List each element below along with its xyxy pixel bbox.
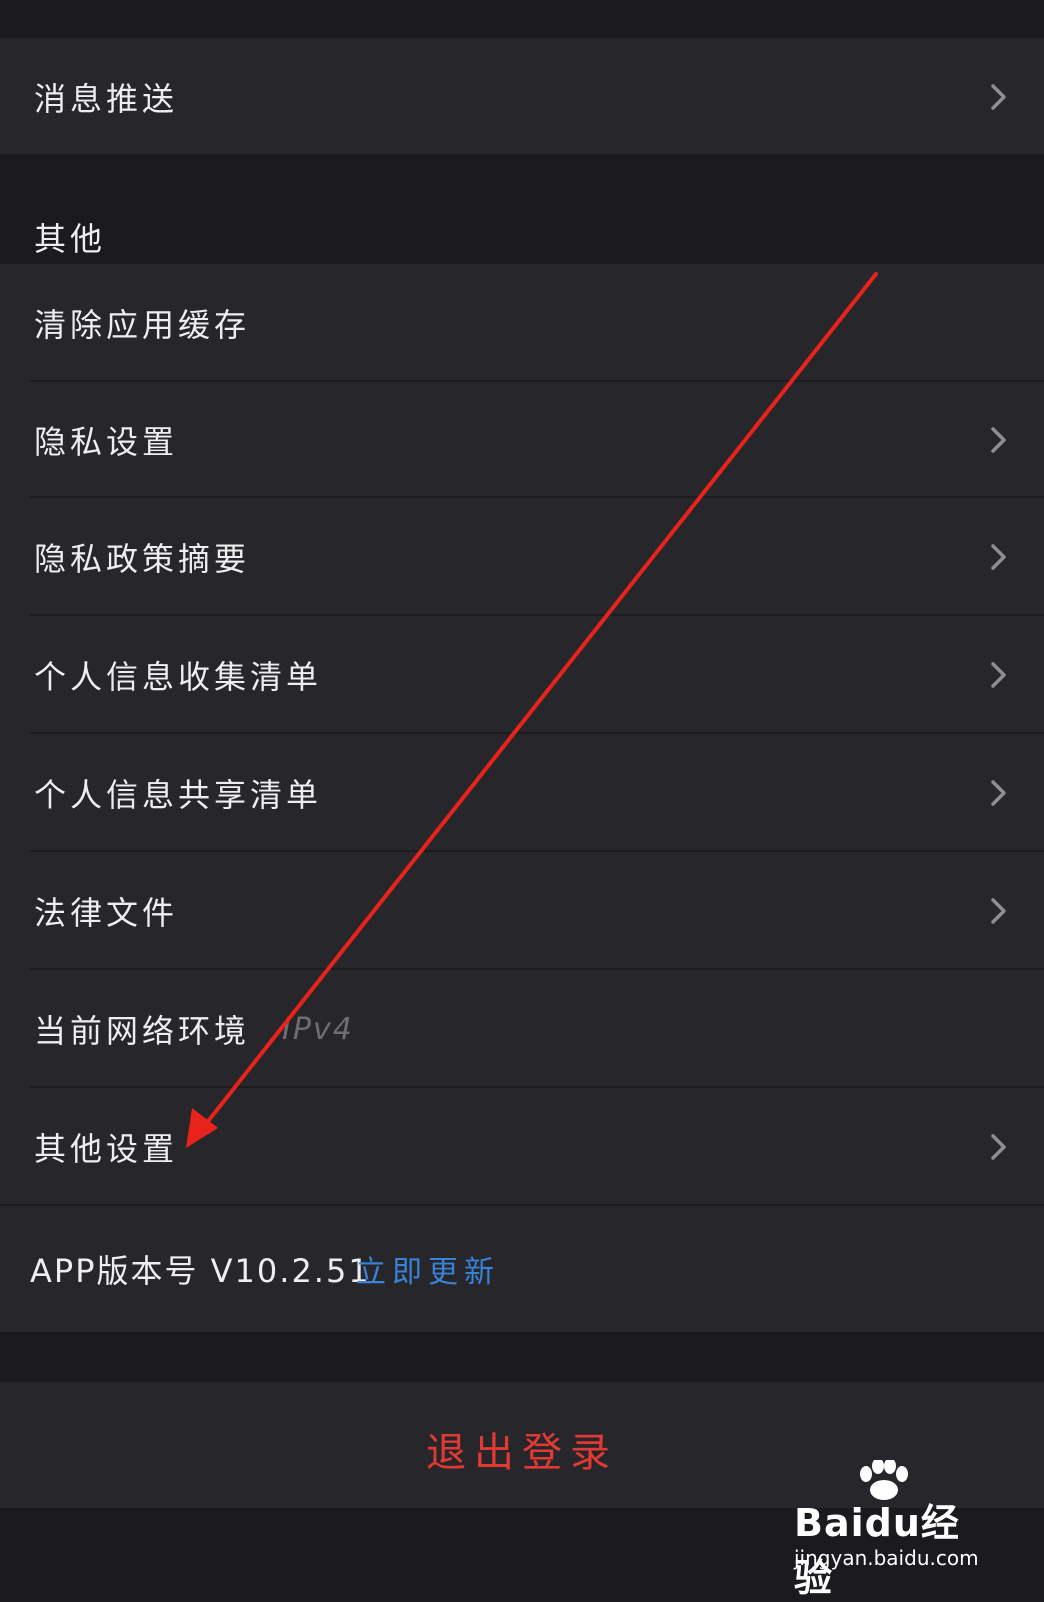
watermark-url: jingyan.baidu.com (794, 1546, 979, 1570)
app-version-row: APP版本号 V10.2.51 立即更新 (0, 1206, 1044, 1332)
info-collection-row[interactable]: 个人信息收集清单 (0, 616, 1044, 734)
info-collection-label: 个人信息收集清单 (34, 658, 323, 696)
privacy-policy-label: 隐私政策摘要 (34, 540, 251, 578)
app-version-label: APP版本号 V10.2.51 (30, 1252, 371, 1290)
legal-documents-label: 法律文件 (34, 894, 179, 932)
privacy-settings-label: 隐私设置 (34, 423, 179, 461)
section-header-other: 其他 (34, 220, 107, 258)
network-environment-row: 当前网络环境 IPv4 (0, 970, 1044, 1088)
info-sharing-row[interactable]: 个人信息共享清单 (0, 734, 1044, 852)
privacy-settings-row[interactable]: 隐私设置 (0, 382, 1044, 498)
top-strip (0, 0, 1044, 38)
push-notification-row[interactable]: 消息推送 (0, 38, 1044, 156)
other-settings-row[interactable]: 其他设置 (0, 1088, 1044, 1206)
privacy-policy-row[interactable]: 隐私政策摘要 (0, 498, 1044, 616)
clear-cache-label: 清除应用缓存 (34, 306, 251, 344)
chevron-right-icon (991, 1134, 1006, 1160)
section-other: 其他 (0, 156, 1044, 264)
chevron-right-icon (991, 662, 1006, 688)
baidu-jingyan-watermark: Baidu经验 jingyan.baidu.com (794, 1460, 994, 1600)
chevron-right-icon (991, 780, 1006, 806)
chevron-right-icon (991, 544, 1006, 570)
legal-documents-row[interactable]: 法律文件 (0, 852, 1044, 970)
info-sharing-label: 个人信息共享清单 (34, 776, 323, 814)
clear-cache-row[interactable]: 清除应用缓存 (0, 264, 1044, 382)
chevron-right-icon (991, 427, 1006, 453)
chevron-right-icon (991, 898, 1006, 924)
settings-page: 消息推送 其他 清除应用缓存 隐私设置 隐私政策摘要 个人信息收集清单 个人信息… (0, 0, 1044, 1600)
section-gap (0, 1332, 1044, 1382)
update-now-link[interactable]: 立即更新 (356, 1247, 500, 1291)
other-settings-label: 其他设置 (34, 1130, 179, 1168)
push-notification-label: 消息推送 (34, 80, 179, 118)
network-environment-value: IPv4 (282, 1011, 354, 1047)
network-environment-label: 当前网络环境 (34, 1012, 251, 1050)
chevron-right-icon (991, 84, 1006, 110)
